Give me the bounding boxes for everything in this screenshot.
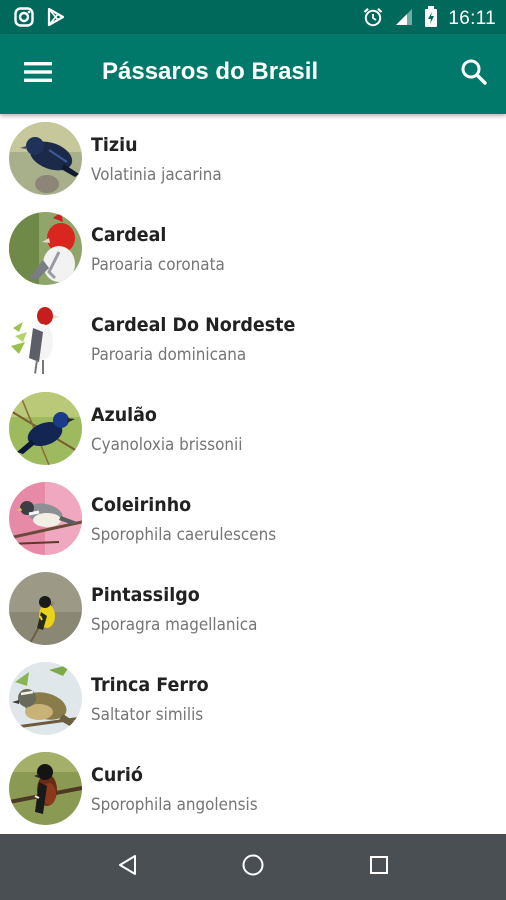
bird-scientific-name: Paroaria coronata [91, 255, 225, 274]
bird-name: Curió [91, 764, 143, 786]
bird-avatar-trinca-ferro [9, 662, 82, 735]
battery-icon [424, 6, 438, 32]
bird-avatar-coleirinho [9, 482, 82, 555]
app-bar: Pássaros do Brasil [0, 34, 506, 114]
status-system: 16:11 [362, 6, 496, 32]
back-icon [116, 853, 138, 881]
bird-avatar-azulao [9, 392, 82, 465]
bird-scientific-name: Sporagra magellanica [91, 615, 258, 634]
list-item[interactable]: Cardeal Do Nordeste Paroaria dominicana [0, 294, 506, 384]
play-store-icon [46, 7, 66, 31]
bird-avatar-tiziu [9, 122, 82, 195]
home-icon [241, 853, 265, 881]
bird-scientific-name: Paroaria dominicana [91, 345, 247, 364]
navigation-bar [0, 834, 506, 900]
menu-button[interactable] [14, 50, 62, 98]
menu-icon [24, 61, 52, 87]
bird-name: Pintassilgo [91, 584, 200, 606]
bird-scientific-name: Saltator similis [91, 705, 204, 724]
recents-icon [369, 855, 389, 879]
bird-name: Tiziu [91, 134, 138, 156]
list-item[interactable]: Tiziu Volatinia jacarina [0, 114, 506, 204]
bird-scientific-name: Cyanoloxia brissonii [91, 435, 243, 454]
bird-avatar-curio [9, 752, 82, 825]
list-item[interactable]: Trinca Ferro Saltator similis [0, 654, 506, 744]
search-icon [460, 58, 488, 90]
back-button[interactable] [103, 843, 151, 891]
search-button[interactable] [450, 50, 498, 98]
bird-name: Azulão [91, 404, 157, 426]
bird-name: Cardeal [91, 224, 167, 246]
bird-list: Tiziu Volatinia jacarina Cardeal Paroari… [0, 114, 506, 834]
list-item[interactable]: Azulão Cyanoloxia brissonii [0, 384, 506, 474]
bird-scientific-name: Sporophila caerulescens [91, 525, 277, 544]
status-time: 16:11 [448, 8, 496, 29]
bird-avatar-pintassilgo [9, 572, 82, 645]
app-title: Pássaros do Brasil [102, 58, 319, 85]
home-button[interactable] [229, 843, 277, 891]
list-item[interactable]: Curió Sporophila angolensis [0, 744, 506, 834]
bird-scientific-name: Sporophila angolensis [91, 795, 258, 814]
status-bar: 16:11 [0, 0, 506, 34]
instagram-icon [14, 7, 34, 31]
bird-avatar-cardeal-do-nordeste [9, 302, 82, 375]
bird-avatar-cardeal [9, 212, 82, 285]
bird-name: Cardeal Do Nordeste [91, 314, 296, 336]
list-item[interactable]: Coleirinho Sporophila caerulescens [0, 474, 506, 564]
list-item[interactable]: Cardeal Paroaria coronata [0, 204, 506, 294]
bird-scientific-name: Volatinia jacarina [91, 165, 222, 184]
alarm-icon [362, 6, 384, 32]
bird-name: Coleirinho [91, 494, 192, 516]
recents-button[interactable] [355, 843, 403, 891]
signal-icon [394, 7, 414, 31]
bird-name: Trinca Ferro [91, 674, 209, 696]
status-notifications [14, 7, 66, 31]
list-item[interactable]: Pintassilgo Sporagra magellanica [0, 564, 506, 654]
